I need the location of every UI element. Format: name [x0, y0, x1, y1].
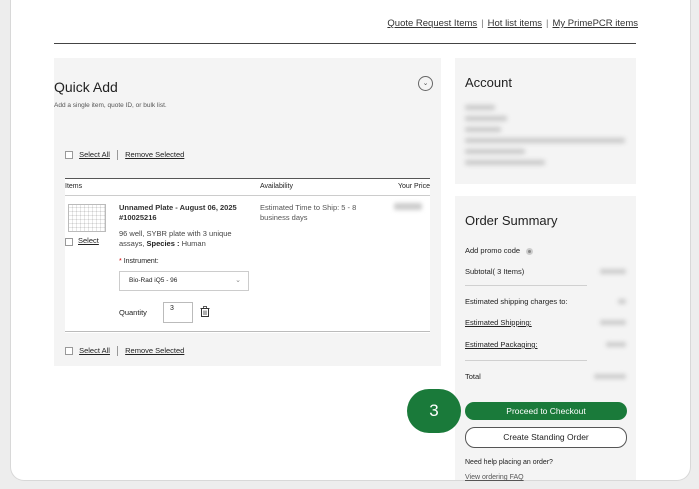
quantity-input[interactable]: 3	[163, 302, 193, 323]
remove-selected-link[interactable]: Remove Selected	[125, 346, 184, 355]
nav-separator: |	[546, 18, 549, 29]
account-title: Account	[465, 75, 512, 90]
quantity-label: Quantity	[119, 308, 147, 317]
species-value: Human	[181, 238, 206, 248]
item-checkbox[interactable]	[65, 238, 73, 246]
ordering-faq-link[interactable]: View ordering FAQ	[465, 474, 524, 481]
redacted-text	[465, 127, 501, 132]
column-header-availability: Availability	[260, 183, 293, 190]
select-all-link[interactable]: Select All	[79, 150, 110, 159]
redacted-text	[465, 138, 625, 143]
proceed-to-checkout-button[interactable]: Proceed to Checkout	[465, 402, 627, 420]
order-summary-title: Order Summary	[465, 213, 558, 228]
estimated-packaging-link[interactable]: Estimated Packaging:	[465, 340, 538, 349]
subtotal-label: Subtotal( 3 Items)	[465, 267, 525, 276]
estimated-shipping-link[interactable]: Estimated Shipping:	[465, 318, 532, 327]
redacted-text	[465, 160, 545, 165]
instrument-select[interactable]: Bio-Rad iQ5 - 96 ⌄	[119, 271, 249, 291]
chevron-down-icon: ⌄	[235, 277, 241, 284]
hot-list-items-link[interactable]: Hot list items	[488, 18, 542, 29]
quick-add-subtitle: Add a single item, quote ID, or bulk lis…	[54, 102, 167, 109]
divider	[465, 360, 587, 361]
select-all-link[interactable]: Select All	[79, 346, 110, 355]
estimated-shipping-value-redacted	[600, 320, 626, 325]
species-label: Species :	[146, 238, 180, 248]
account-panel: Account	[455, 58, 636, 184]
select-all-row-bottom: Select All Remove Selected	[65, 346, 184, 357]
subtotal-value-redacted	[600, 269, 626, 274]
select-all-row-top: Select All Remove Selected	[65, 150, 184, 161]
trash-icon[interactable]	[200, 306, 210, 317]
estimated-packaging-value-redacted	[606, 342, 626, 347]
select-all-checkbox[interactable]	[65, 347, 73, 356]
quick-add-panel: Quick Add Add a single item, quote ID, o…	[54, 58, 441, 366]
header-divider	[65, 195, 430, 196]
my-primepcr-items-link[interactable]: My PrimePCR items	[552, 18, 638, 29]
quick-add-title: Quick Add	[54, 79, 118, 95]
step-number-badge: 3	[407, 389, 461, 433]
table-top-border	[65, 178, 430, 179]
cart-items-table: Items Availability Your Price Select Unn…	[65, 178, 430, 333]
quote-request-items-link[interactable]: Quote Request Items	[387, 18, 477, 29]
header-divider	[54, 43, 636, 44]
plate-thumbnail	[68, 204, 106, 232]
price-value-redacted	[394, 203, 422, 210]
product-description: 96 well, SYBR plate with 3 unique assays…	[119, 229, 247, 248]
instrument-label-text: Instrument:	[123, 258, 159, 265]
redacted-text	[465, 149, 525, 154]
item-select-link[interactable]: Select	[78, 236, 99, 245]
total-value-redacted	[594, 374, 626, 379]
help-text: Need help placing an order?	[465, 459, 553, 466]
shipping-charges-label: Estimated shipping charges to:	[465, 297, 568, 306]
select-all-checkbox[interactable]	[65, 151, 73, 160]
promo-code-toggle[interactable]: Add promo code	[465, 246, 534, 255]
product-name: Unnamed Plate - August 06, 2025 #1002521…	[119, 203, 237, 222]
instrument-label: * Instrument:	[119, 258, 159, 265]
plus-circle-icon	[526, 247, 534, 255]
column-header-price: Your Price	[397, 183, 430, 190]
create-standing-order-button[interactable]: Create Standing Order	[465, 427, 627, 448]
divider	[117, 346, 119, 357]
redacted-text	[465, 105, 495, 110]
table-bottom-border	[65, 331, 430, 332]
divider	[465, 285, 587, 286]
chevron-down-icon[interactable]: ⌄	[418, 76, 433, 91]
promo-code-label: Add promo code	[465, 246, 521, 255]
column-header-items: Items	[65, 183, 83, 190]
divider	[117, 150, 119, 161]
redacted-text	[465, 116, 507, 121]
top-nav: Quote Request Items | Hot list items | My Pr…	[387, 18, 638, 29]
required-mark: *	[119, 258, 122, 265]
availability-text: Estimated Time to Ship: 5 - 8 business d…	[260, 203, 357, 222]
total-label: Total	[465, 372, 481, 381]
nav-separator: |	[481, 18, 484, 29]
instrument-value: Bio-Rad iQ5 - 96	[129, 277, 178, 284]
remove-selected-link[interactable]: Remove Selected	[125, 150, 184, 159]
shipping-charges-value-redacted	[618, 299, 626, 304]
